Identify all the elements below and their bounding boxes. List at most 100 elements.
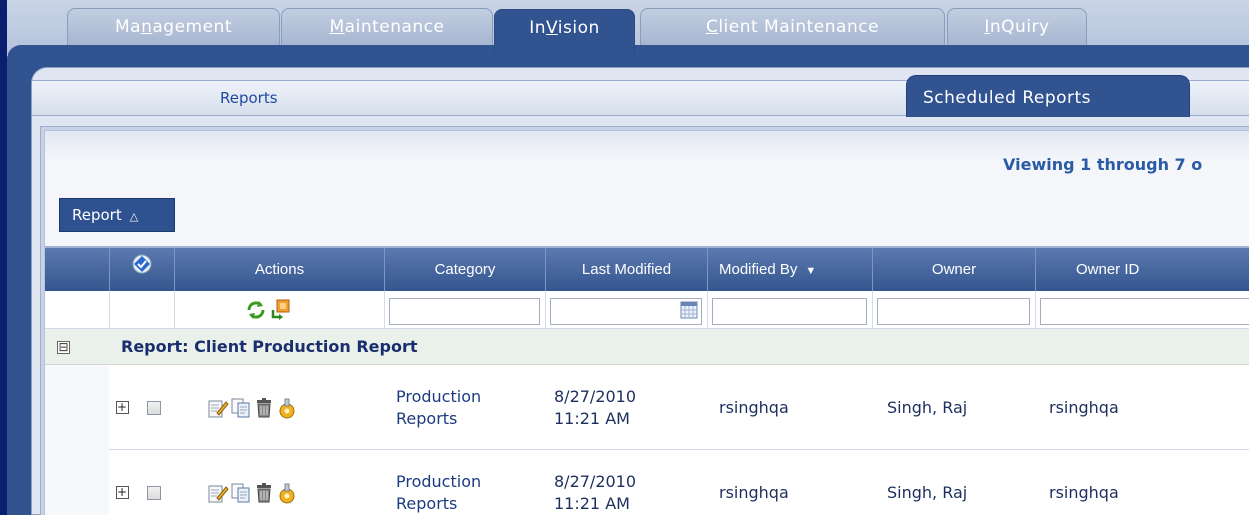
filter-owner-cell bbox=[872, 291, 1035, 329]
tab-label-mnemonic: n bbox=[141, 17, 153, 37]
left-edge-bar bbox=[0, 0, 7, 515]
table-row[interactable]: + Production Reports 8/27/2010 11:21 AM rs… bbox=[45, 450, 1249, 515]
filter-modified-by-input[interactable] bbox=[712, 298, 867, 325]
refresh-icon[interactable] bbox=[245, 299, 267, 321]
modified-date: 8/27/2010 bbox=[554, 471, 637, 491]
category-cell[interactable]: Production Reports bbox=[384, 365, 545, 450]
copy-icon[interactable] bbox=[230, 397, 252, 419]
header-owner[interactable]: Owner bbox=[872, 248, 1035, 291]
category-cell[interactable]: Production Reports bbox=[384, 450, 545, 515]
edit-icon[interactable] bbox=[207, 482, 229, 504]
group-header-row: ⊟ Report: Client Production Report bbox=[45, 329, 1249, 365]
tab-label-mnemonic: V bbox=[546, 18, 558, 38]
expand-cell: + bbox=[109, 365, 133, 450]
tab-reports[interactable]: Reports bbox=[32, 81, 512, 115]
row-gutter bbox=[45, 450, 109, 515]
header-category[interactable]: Category bbox=[384, 248, 545, 291]
last-modified-cell: 8/27/2010 11:21 AM bbox=[545, 365, 707, 450]
app-window: Management Maintenance InVision Client M… bbox=[0, 0, 1249, 515]
tab-label-part: In bbox=[529, 18, 547, 38]
category-line: Production bbox=[396, 471, 482, 491]
filter-owner-input[interactable] bbox=[877, 298, 1030, 325]
owner-id-cell: rsinghqa bbox=[1049, 483, 1119, 502]
sort-ascending-icon: △ bbox=[129, 210, 139, 223]
header-last-modified[interactable]: Last Modified bbox=[545, 248, 707, 291]
header-expand-col bbox=[45, 248, 109, 291]
panel-inner: Reports Scheduled Reports Viewing 1 thro… bbox=[31, 67, 1249, 515]
owner-cell: Singh, Raj bbox=[887, 483, 968, 502]
group-chip-label: Report bbox=[72, 206, 122, 224]
owner-cell: Singh, Raj bbox=[887, 398, 968, 417]
tab-label-mnemonic: M bbox=[329, 17, 345, 37]
category-line: Production bbox=[396, 386, 482, 406]
checkbox-cell bbox=[133, 450, 174, 515]
pager-status: Viewing 1 through 7 o bbox=[1003, 155, 1203, 174]
tab-inquiry[interactable]: InQuiry bbox=[947, 8, 1087, 46]
delete-icon[interactable] bbox=[253, 482, 275, 504]
select-all-icon[interactable] bbox=[132, 254, 152, 274]
header-modified-by[interactable]: Modified By ▼ bbox=[707, 248, 872, 291]
header-modified-by-label: Modified By bbox=[719, 261, 798, 278]
filter-owner-id-cell bbox=[1035, 291, 1249, 329]
row-checkbox[interactable] bbox=[146, 400, 161, 415]
expand-row-icon[interactable]: + bbox=[115, 486, 129, 499]
group-by-bar: Viewing 1 through 7 o Report △ bbox=[45, 131, 1249, 246]
table-row[interactable]: + Production Reports 8/27/2010 11:21 AM rs… bbox=[45, 365, 1249, 450]
header-select-col[interactable] bbox=[109, 248, 174, 291]
collapse-group-icon[interactable]: ⊟ bbox=[57, 341, 70, 354]
grid-container: Viewing 1 through 7 o Report △ Actions C… bbox=[40, 126, 1249, 515]
expand-cell: + bbox=[109, 450, 133, 515]
tab-label-part: ision bbox=[557, 18, 600, 38]
last-modified-cell: 8/27/2010 11:21 AM bbox=[545, 450, 707, 515]
grid-header-row: Actions Category Last Modified Modified … bbox=[45, 246, 1249, 291]
delete-icon[interactable] bbox=[253, 397, 275, 419]
tab-management[interactable]: Management bbox=[67, 8, 280, 46]
tab-client-maintenance[interactable]: Client Maintenance bbox=[640, 8, 945, 46]
group-label: Report: Client Production Report bbox=[121, 337, 418, 356]
copy-icon[interactable] bbox=[230, 482, 252, 504]
modified-time: 11:21 AM bbox=[554, 408, 630, 428]
tab-scheduled-reports[interactable]: Scheduled Reports bbox=[906, 75, 1190, 117]
modified-by-cell: rsinghqa bbox=[719, 483, 789, 502]
main-panel: Reports Scheduled Reports Viewing 1 thro… bbox=[7, 45, 1249, 515]
tab-label-part: lient Maintenance bbox=[718, 17, 880, 37]
sub-tab-strip: Reports Scheduled Reports bbox=[32, 75, 1249, 117]
category-line: Reports bbox=[396, 408, 458, 428]
header-owner-id[interactable]: Owner ID bbox=[1035, 248, 1249, 291]
schedule-icon[interactable] bbox=[276, 482, 298, 504]
calendar-icon[interactable] bbox=[680, 301, 698, 319]
actions-cell bbox=[174, 365, 384, 450]
tab-label-part: nQuiry bbox=[989, 17, 1050, 37]
tab-label-part: Ma bbox=[114, 17, 142, 37]
filter-actions-cell bbox=[174, 291, 384, 329]
grid-panel: Viewing 1 through 7 o Report △ Actions C… bbox=[44, 130, 1249, 515]
checkbox-cell bbox=[133, 365, 174, 450]
filter-select-cell bbox=[109, 291, 174, 329]
actions-cell bbox=[174, 450, 384, 515]
edit-icon[interactable] bbox=[207, 397, 229, 419]
modified-by-cell: rsinghqa bbox=[719, 398, 789, 417]
filter-last-modified-cell bbox=[545, 291, 707, 329]
export-icon[interactable] bbox=[270, 298, 292, 320]
category-line: Reports bbox=[396, 493, 458, 513]
modified-date: 8/27/2010 bbox=[554, 386, 637, 406]
filter-owner-id-input[interactable] bbox=[1040, 298, 1249, 325]
schedule-icon[interactable] bbox=[276, 397, 298, 419]
header-actions: Actions bbox=[174, 248, 384, 291]
expand-row-icon[interactable]: + bbox=[115, 401, 129, 414]
modified-time: 11:21 AM bbox=[554, 493, 630, 513]
filter-category-cell bbox=[384, 291, 545, 329]
tab-maintenance[interactable]: Maintenance bbox=[281, 8, 493, 46]
owner-id-cell: rsinghqa bbox=[1049, 398, 1119, 417]
tab-label-mnemonic: C bbox=[705, 17, 719, 37]
tab-invision[interactable]: InVision bbox=[494, 9, 635, 54]
filter-funnel-icon[interactable]: ▼ bbox=[805, 250, 816, 293]
tab-label-part: aintenance bbox=[344, 17, 445, 37]
row-checkbox[interactable] bbox=[146, 485, 161, 500]
filter-row bbox=[45, 291, 1249, 329]
filter-modified-by-cell bbox=[707, 291, 872, 329]
group-by-report-chip[interactable]: Report △ bbox=[59, 198, 175, 232]
row-gutter bbox=[45, 365, 109, 450]
filter-category-input[interactable] bbox=[389, 298, 540, 325]
tab-label-part: agement bbox=[152, 17, 232, 37]
